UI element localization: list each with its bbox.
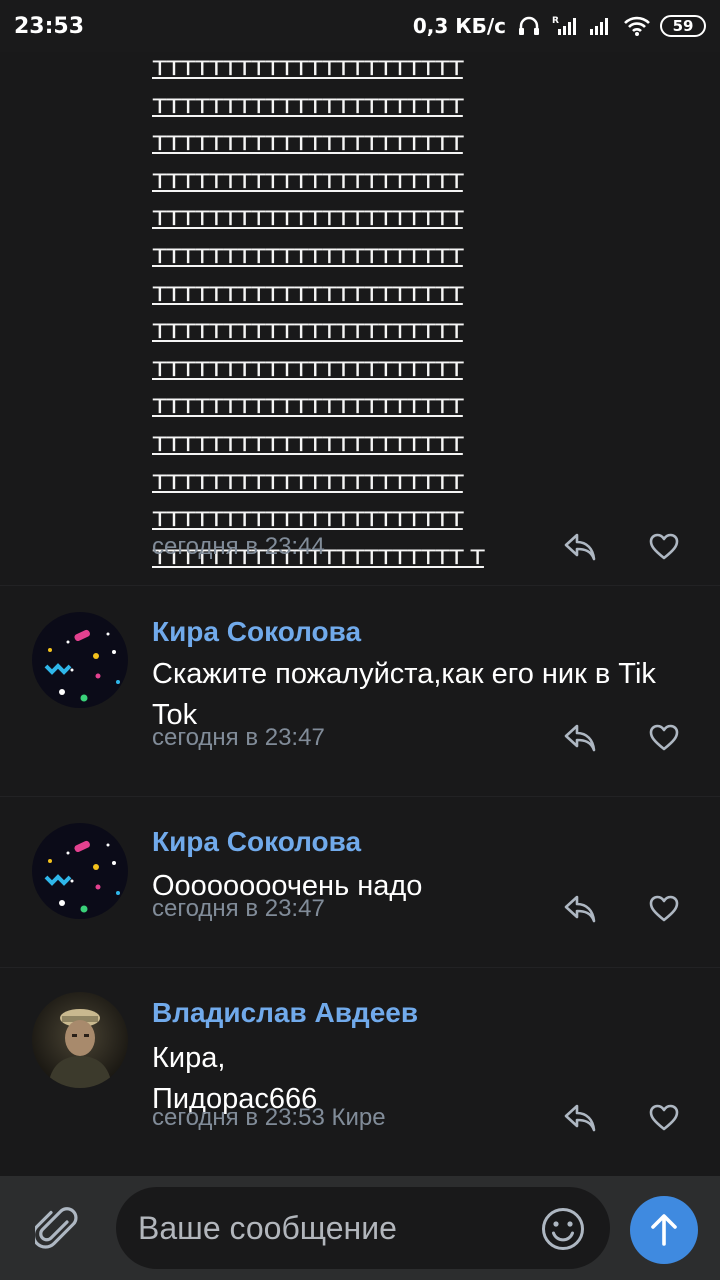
battery-indicator: 59 [660,15,706,37]
headphones-icon [516,15,542,37]
like-button[interactable] [646,892,682,926]
comment-time: сегодня в 23:47 [152,895,325,922]
comment-meta: сегодня в 23:47 [152,721,692,755]
comment-time: сегодня в 23:53 Кире [152,1104,386,1131]
comment-text: тттттттттттттттттттттт ттттттттттттттттт… [152,52,712,574]
like-button[interactable] [646,721,682,755]
comment-text-line: тттттттттттттттттттттт [152,126,464,158]
comment-text-line: тттттттттттттттттттттт [152,163,464,195]
comment-text-line: тттттттттттттттттттттт [152,351,464,383]
message-input[interactable] [138,1187,528,1269]
comment-text-line: тттттттттттттттттттттт [152,314,464,346]
wifi-icon [624,15,650,37]
like-button[interactable] [646,530,682,564]
reply-button[interactable] [562,721,598,755]
reply-button[interactable] [562,530,598,564]
signal-roaming-icon: R [552,15,578,37]
comment-time: сегодня в 23:47 [152,724,325,751]
comment-meta: сегодня в 23:44 [152,530,692,564]
comment-text-line: тттттттттттттттттттттт [152,88,464,120]
paperclip-icon [35,1207,78,1249]
comment-item: тттттттттттттттттттттт ттттттттттттттттт… [0,52,720,586]
comment-text-line: тттттттттттттттттттттт [152,238,464,270]
heart-icon [649,533,679,560]
comment-author[interactable]: Кира Соколова [152,826,361,858]
comment-text-line: тттттттттттттттттттттт [152,426,464,458]
comment-text-line: тттттттттттттттттттттт [152,276,464,308]
emoji-button[interactable] [540,1206,586,1252]
comment-text-line: тттттттттттттттттттттт [152,464,464,496]
comment-text-line: тттттттттттттттттттттт [152,389,464,421]
heart-icon [649,895,679,922]
comment-text-line: тттттттттттттттттттттт [152,201,464,233]
reply-button[interactable] [562,892,598,926]
heart-icon [649,1104,679,1131]
reply-icon [564,895,596,923]
comments-feed[interactable]: тттттттттттттттттттттт ттттттттттттттттт… [0,52,720,1176]
message-composer [0,1176,720,1280]
like-button[interactable] [646,1101,682,1135]
comment-item: Кира Соколова Оооооооочень надо сегодня … [0,797,720,968]
comment-time: сегодня в 23:44 [152,533,325,560]
comment-item: Владислав Авдеев Кира, Пидорас666 сегодн… [0,968,720,1176]
comment-meta: сегодня в 23:47 [152,892,692,926]
status-bar: 23:53 0,3 КБ/с R 59 [0,0,720,52]
smile-icon [542,1208,584,1250]
avatar[interactable] [32,612,128,708]
reply-icon [564,533,596,561]
status-indicators: 0,3 КБ/с R 59 [413,14,706,38]
comment-item: Кира Соколова Скажите пожалуйста,как его… [0,586,720,797]
reply-icon [564,1104,596,1132]
network-speed: 0,3 КБ/с [412,14,506,38]
status-time: 23:53 [14,13,85,39]
comment-author[interactable]: Владислав Авдеев [152,997,418,1029]
arrow-up-icon [651,1214,677,1246]
reply-button[interactable] [562,1101,598,1135]
comment-author[interactable]: Кира Соколова [152,616,361,648]
avatar[interactable] [32,823,128,919]
signal-icon [588,15,614,37]
svg-text:R: R [552,16,559,26]
message-input-wrapper [116,1187,610,1269]
attach-button[interactable] [34,1204,80,1254]
comment-text-line: тттттттттттттттттттттт [152,52,464,82]
send-button[interactable] [630,1196,698,1264]
comment-meta: сегодня в 23:53 Кире [152,1101,692,1135]
heart-icon [649,724,679,751]
comment-text-line: Кира, [152,1042,226,1074]
reply-icon [564,724,596,752]
avatar[interactable] [32,992,128,1088]
